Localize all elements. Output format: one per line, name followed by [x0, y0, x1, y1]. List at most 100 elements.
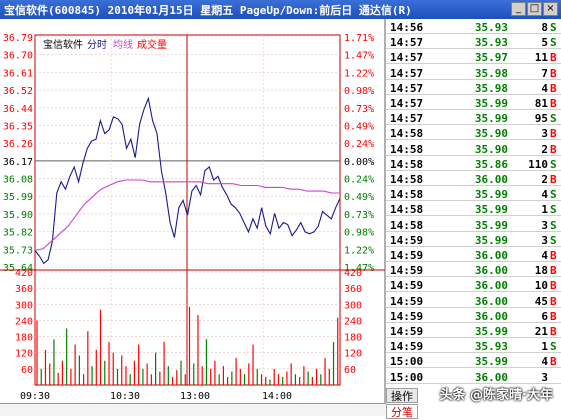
- tick-time: 14:57: [390, 66, 424, 80]
- tick-volume: 3: [541, 370, 548, 384]
- tick-row: 14:59 35.93 1 S: [386, 338, 561, 354]
- tick-side: B: [550, 51, 557, 65]
- tick-list[interactable]: 14:56 35.93 8 S 14:57 35.93 5 S 14:57 35.97 11 B 14:…: [386, 19, 561, 384]
- tick-row: 14:58 35.90 3 B: [386, 125, 561, 141]
- tick-volume: 21: [534, 325, 548, 338]
- volume-tick-label: 60: [21, 365, 33, 376]
- tab-ticks[interactable]: 分笔: [386, 404, 418, 419]
- tick-side: B: [550, 249, 557, 262]
- tick-side: B: [550, 309, 557, 323]
- tick-price: 36.00: [474, 264, 508, 278]
- minimize-button[interactable]: _: [511, 2, 526, 16]
- tick-price: 36.00: [474, 249, 508, 262]
- price-tick-label: 36.61: [3, 68, 33, 79]
- tick-time: 14:59: [390, 325, 424, 338]
- tick-row: 14:57 35.99 95 S: [386, 110, 561, 126]
- time-tick-label: 13:00: [180, 391, 210, 402]
- tick-time: 14:58: [390, 157, 424, 171]
- tick-time: 14:56: [390, 21, 424, 34]
- tick-side: S: [550, 203, 557, 217]
- price-tick-label: 35.82: [3, 228, 33, 239]
- pct-tick-label: 1.71%: [344, 33, 374, 44]
- tick-time: 14:58: [390, 218, 424, 232]
- pct-tick-label: 1.22%: [344, 68, 374, 79]
- tick-side: B: [550, 264, 557, 278]
- tick-price: 36.00: [474, 173, 508, 186]
- tick-side: B: [550, 325, 557, 338]
- tick-price: 35.98: [474, 66, 508, 80]
- volume-tick-label-right: 420: [344, 268, 362, 279]
- tick-row: 14:57 35.99 81 B: [386, 95, 561, 110]
- tick-time: 14:57: [390, 51, 424, 65]
- tick-price: 36.00: [474, 294, 508, 308]
- tick-price: 36.00: [474, 279, 508, 293]
- tick-volume: 3: [541, 233, 548, 247]
- tick-price: 35.93: [474, 340, 508, 354]
- tick-time: 14:59: [390, 294, 424, 308]
- tick-side: S: [550, 112, 557, 126]
- price-tick-label: 36.35: [3, 121, 33, 132]
- tick-volume: 4: [541, 355, 548, 369]
- price-tick-label: 36.70: [3, 51, 33, 62]
- tick-row: 14:59 35.99 21 B: [386, 323, 561, 338]
- pct-tick-label: 1.47%: [344, 51, 374, 62]
- watermark: 头条 @陈家晴·大年: [439, 388, 553, 403]
- tick-side: B: [550, 173, 557, 186]
- tick-side: B: [550, 66, 557, 80]
- close-button[interactable]: ×: [543, 2, 558, 16]
- intraday-chart[interactable]: 36.79 1.71% 36.70 1.47% 36.61 1.22% 36.52 0.98%…: [0, 19, 386, 404]
- price-tick-label: 35.90: [3, 210, 33, 221]
- tick-price: 36.00: [474, 309, 508, 323]
- tick-price: 36.00: [474, 370, 508, 384]
- tick-time: 14:58: [390, 188, 424, 202]
- price-tick-label: 36.17: [3, 157, 33, 168]
- tick-price: 35.99: [474, 355, 508, 369]
- volume-tick-label-right: 360: [344, 284, 362, 295]
- tick-side: B: [550, 294, 557, 308]
- tick-volume: 4: [541, 188, 548, 202]
- time-tick-label: 14:00: [262, 391, 292, 402]
- price-tick-label: 36.52: [3, 86, 33, 97]
- legend-volume: 成交量: [137, 38, 167, 51]
- tick-volume: 95: [534, 112, 548, 126]
- volume-tick-label: 240: [15, 316, 33, 327]
- tick-price: 35.99: [474, 97, 508, 110]
- intraday-chart-panel[interactable]: 36.79 1.71% 36.70 1.47% 36.61 1.22% 36.52 0.98%…: [0, 19, 386, 404]
- tick-price: 35.90: [474, 142, 508, 156]
- pct-tick-label: 0.73%: [344, 210, 374, 221]
- tick-row: 14:59 36.00 18 B: [386, 262, 561, 278]
- tick-row: 14:58 35.99 3 S: [386, 217, 561, 232]
- tick-side: S: [550, 340, 557, 354]
- tick-time: 14:58: [390, 142, 424, 156]
- tick-side: S: [550, 157, 557, 171]
- tick-time: 15:00: [390, 355, 424, 369]
- window-title: 宝信软件(600845) 2010年01月15日 星期五 PageUp/Down…: [4, 4, 412, 17]
- tick-price: 35.97: [474, 51, 508, 65]
- volume-tick-label-right: 300: [344, 300, 362, 311]
- tick-side: S: [550, 21, 557, 34]
- tick-side: S: [550, 218, 557, 232]
- tick-volume: 1: [541, 203, 548, 217]
- tick-volume: 6: [541, 309, 548, 323]
- price-tick-label: 35.99: [3, 192, 33, 203]
- tick-volume: 8: [541, 21, 548, 34]
- tick-row: 14:58 36.00 2 B: [386, 171, 561, 186]
- tick-side: S: [550, 233, 557, 247]
- bottom-scroll-strip[interactable]: [0, 403, 386, 416]
- tick-row: 14:59 36.00 45 B: [386, 293, 561, 308]
- pct-tick-label: 0.00%: [344, 157, 374, 168]
- pct-tick-label: 0.24%: [344, 175, 374, 186]
- tick-row: 14:57 35.93 5 S: [386, 34, 561, 50]
- tick-volume: 3: [541, 127, 548, 141]
- tick-time: 14:57: [390, 36, 424, 50]
- tick-row: 14:57 35.98 7 B: [386, 65, 561, 80]
- tick-row: 14:58 35.99 1 S: [386, 201, 561, 217]
- tick-volume: 10: [534, 279, 548, 293]
- price-tick-label: 36.08: [3, 175, 33, 186]
- tick-price: 35.99: [474, 188, 508, 202]
- tick-side: B: [550, 279, 557, 293]
- tick-row: 14:59 36.00 6 B: [386, 308, 561, 323]
- maximize-button[interactable]: □: [527, 2, 542, 16]
- tab-ops[interactable]: 操作: [386, 388, 418, 403]
- volume-tick-label: 420: [15, 268, 33, 279]
